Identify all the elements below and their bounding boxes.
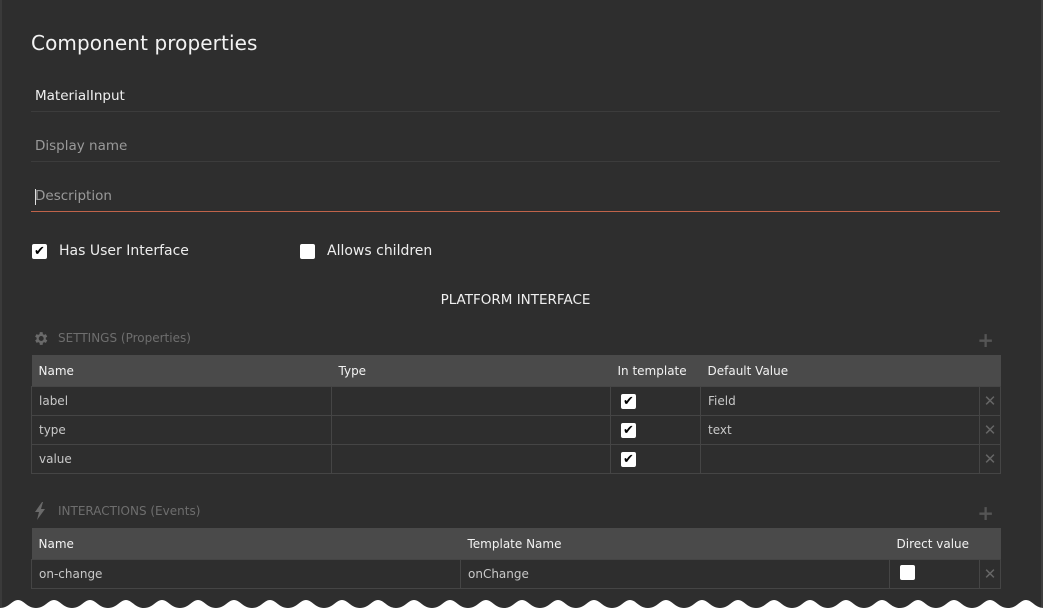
allows-children-checkbox[interactable]: Allows children	[300, 243, 432, 259]
checkbox-checked-icon[interactable]: ✔	[32, 243, 47, 259]
column-header-direct-value: Direct value	[889, 528, 980, 560]
default-value-cell[interactable]	[700, 444, 980, 474]
remove-row-close-icon[interactable]: ✕	[979, 444, 1001, 474]
interactions-table: Name Template Name Direct value on-chang…	[31, 528, 1001, 589]
has-user-interface-label: Has User Interface	[59, 243, 189, 259]
in-template-checkbox[interactable]: ✔	[621, 393, 636, 409]
display-name-placeholder: Display name	[35, 138, 128, 154]
setting-type-cell[interactable]	[331, 386, 611, 416]
in-template-cell: ✔	[610, 415, 701, 445]
in-template-cell: ✔	[610, 444, 701, 474]
settings-section-heading: SETTINGS (Properties)	[31, 329, 191, 347]
description-placeholder: Description	[35, 188, 112, 204]
interactions-heading-text: INTERACTIONS (Events)	[58, 504, 201, 518]
column-header-name: Name	[31, 528, 461, 560]
setting-name-cell[interactable]: value	[31, 444, 332, 474]
display-name-field[interactable]: Display name	[31, 131, 1000, 162]
interactions-header-row: Name Template Name Direct value	[31, 528, 1001, 560]
table-row: on-change onChange ✕	[31, 559, 1001, 589]
settings-table: Name Type In template Default Value labe…	[31, 355, 1001, 474]
interaction-name-cell[interactable]: on-change	[31, 559, 461, 589]
template-name-cell[interactable]: onChange	[460, 559, 890, 589]
add-setting-plus-icon[interactable]: +	[977, 330, 994, 350]
setting-type-cell[interactable]	[331, 415, 611, 445]
torn-edge-decoration	[0, 600, 1043, 616]
column-header-actions	[979, 355, 1001, 387]
setting-name-cell[interactable]: type	[31, 415, 332, 445]
in-template-checkbox[interactable]: ✔	[621, 422, 636, 438]
description-field[interactable]: Description	[31, 181, 1000, 212]
checkbox-unchecked-icon[interactable]	[300, 243, 315, 259]
settings-heading-text: SETTINGS (Properties)	[58, 331, 191, 345]
column-header-type: Type	[331, 355, 611, 387]
column-header-name: Name	[31, 355, 332, 387]
in-template-checkbox[interactable]: ✔	[621, 451, 636, 467]
column-header-template-name: Template Name	[460, 528, 890, 560]
table-row: type ✔ text ✕	[31, 415, 1001, 445]
direct-value-checkbox[interactable]	[900, 565, 915, 580]
window-left-border	[0, 0, 2, 616]
setting-name-cell[interactable]: label	[31, 386, 332, 416]
lightning-icon	[31, 502, 49, 520]
add-interaction-plus-icon[interactable]: +	[977, 503, 994, 523]
setting-type-cell[interactable]	[331, 444, 611, 474]
column-header-actions	[979, 528, 1001, 560]
component-name-field[interactable]: MaterialInput	[31, 81, 1000, 112]
settings-header-row: Name Type In template Default Value	[31, 355, 1001, 387]
default-value-cell[interactable]: Field	[700, 386, 980, 416]
interactions-section-heading: INTERACTIONS (Events)	[31, 502, 200, 520]
direct-value-cell	[889, 559, 980, 589]
allows-children-label: Allows children	[327, 243, 433, 259]
table-row: value ✔ ✕	[31, 444, 1001, 474]
default-value-cell[interactable]: text	[700, 415, 980, 445]
remove-row-close-icon[interactable]: ✕	[979, 386, 1001, 416]
page-title: Component properties	[31, 31, 258, 55]
table-row: label ✔ Field ✕	[31, 386, 1001, 416]
column-header-in-template: In template	[610, 355, 701, 387]
remove-row-close-icon[interactable]: ✕	[979, 415, 1001, 445]
has-user-interface-checkbox[interactable]: ✔ Has User Interface	[32, 243, 189, 259]
column-header-default-value: Default Value	[700, 355, 980, 387]
in-template-cell: ✔	[610, 386, 701, 416]
gear-icon	[31, 329, 49, 347]
remove-row-close-icon[interactable]: ✕	[979, 559, 1001, 589]
component-name-value: MaterialInput	[35, 88, 125, 104]
platform-interface-heading: PLATFORM INTERFACE	[440, 292, 591, 308]
